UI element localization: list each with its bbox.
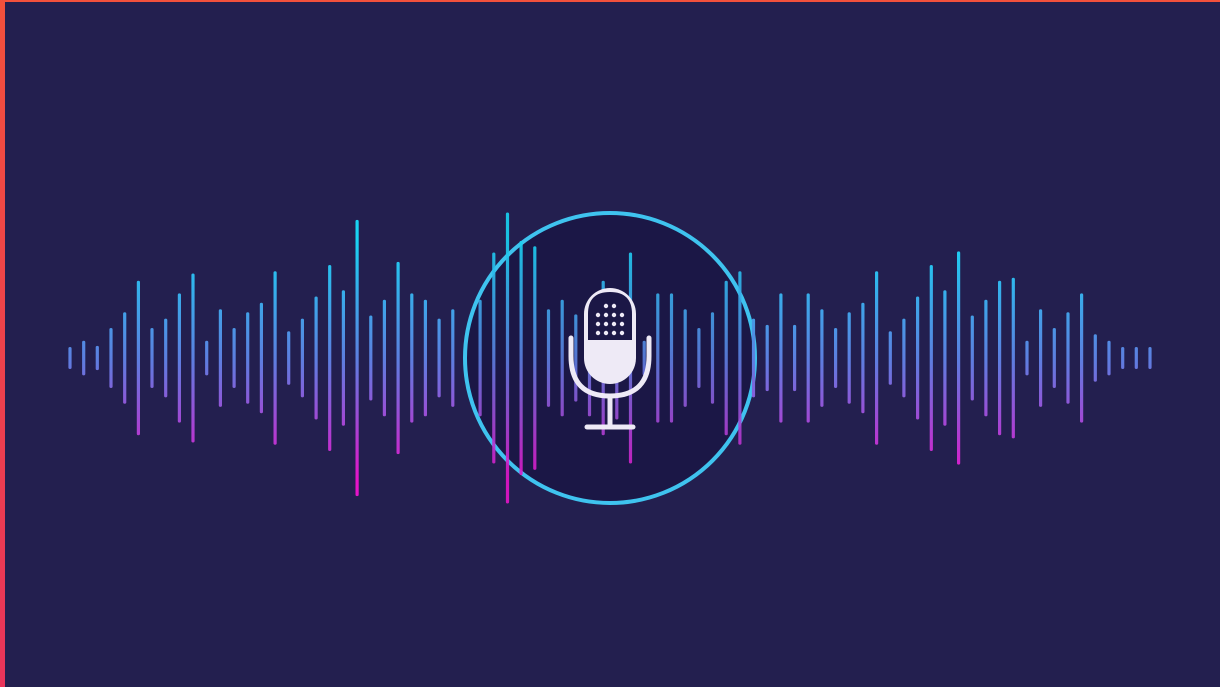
grille-dot [619,312,625,318]
microphone-grille [588,292,632,340]
grille-dot [603,321,609,327]
grille-dot [611,312,617,318]
grille-dot [611,321,617,327]
soundwave-left [68,219,469,497]
grille-dot [619,330,625,336]
grille-dot [603,312,609,318]
waveform-artwork [68,211,1152,505]
grille-dot [595,330,601,336]
grille-dot [611,303,617,309]
grille-dot [603,303,609,309]
microphone-grille-cover [588,292,632,340]
soundwave-right [751,251,1152,465]
podcast-illustration [0,0,1220,687]
grille-dot [595,321,601,327]
grille-dot [603,330,609,336]
grille-dot [611,330,617,336]
grille-dot [619,321,625,327]
grille-dot [595,312,601,318]
